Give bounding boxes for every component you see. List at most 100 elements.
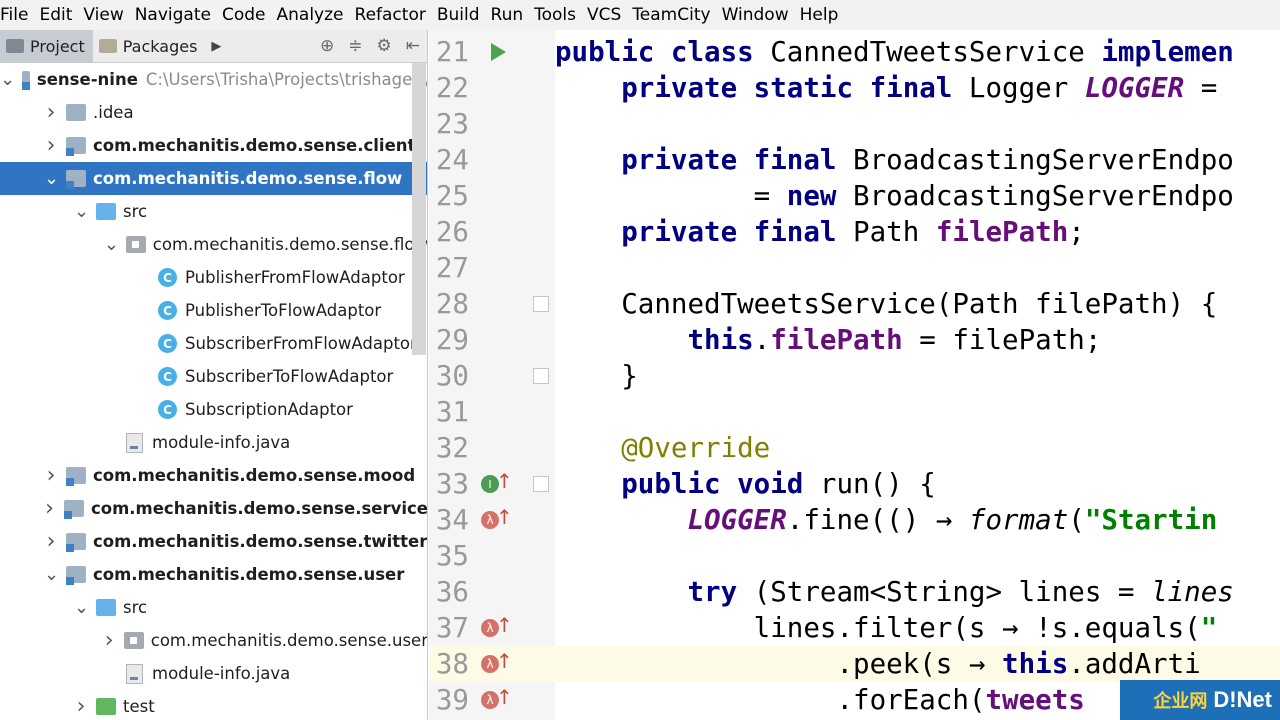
code-line[interactable]: 27 bbox=[429, 250, 1280, 286]
chevron-down-icon[interactable]: ⌄ bbox=[44, 564, 59, 585]
code-token: tweets bbox=[985, 684, 1085, 716]
line-number: 31 bbox=[435, 396, 469, 428]
code-line[interactable]: 24 private final BroadcastingServerEndpo bbox=[429, 142, 1280, 178]
chevron-down-icon[interactable]: ⌄ bbox=[0, 69, 15, 90]
tree-row[interactable]: ⌄ com.mechanitis.demo.sense.flow bbox=[0, 228, 427, 261]
code-line[interactable]: 32 @Override bbox=[429, 430, 1280, 466]
tree-row[interactable]: ⌄ com.mechanitis.demo.sense.user bbox=[0, 558, 427, 591]
overrides-arrow-icon[interactable]: ↑ bbox=[496, 469, 513, 493]
menu-file[interactable]: File bbox=[0, 0, 35, 30]
code-token: this bbox=[687, 324, 754, 356]
tree-scrollbar[interactable] bbox=[412, 63, 426, 355]
tree-row[interactable]: C PublisherToFlowAdaptor bbox=[0, 294, 427, 327]
code-line[interactable]: 26 private final Path filePath; bbox=[429, 214, 1280, 250]
overrides-arrow-icon[interactable]: ↑ bbox=[496, 685, 513, 709]
fold-marker-icon[interactable] bbox=[533, 368, 549, 384]
chevron-right-icon[interactable]: › bbox=[74, 695, 88, 717]
run-icon[interactable] bbox=[491, 43, 506, 61]
chevron-down-icon[interactable]: ⌄ bbox=[44, 168, 59, 189]
chevron-right-icon[interactable]: › bbox=[44, 101, 58, 123]
tree-row[interactable]: module-info.java bbox=[0, 657, 427, 690]
chevron-down-icon[interactable]: ⌄ bbox=[74, 201, 89, 222]
tree-row[interactable]: › com.mechanitis.demo.sense.twitter bbox=[0, 525, 427, 558]
tree-row[interactable]: › com.mechanitis.demo.sense.mood bbox=[0, 459, 427, 492]
chevron-down-icon[interactable]: ⌄ bbox=[74, 597, 89, 618]
code-line[interactable]: 25 = new BroadcastingServerEndpo bbox=[429, 178, 1280, 214]
menu-run[interactable]: Run bbox=[487, 0, 531, 30]
tree-row[interactable]: ⌄ sense-nine C:\Users\Trisha\Projects\tris… bbox=[0, 63, 427, 96]
overrides-arrow-icon[interactable]: ↑ bbox=[496, 649, 513, 673]
gear-icon[interactable]: ⚙ bbox=[377, 36, 392, 56]
menu-teamcity[interactable]: TeamCity bbox=[628, 0, 717, 30]
menu-vcs[interactable]: VCS bbox=[583, 0, 628, 30]
overrides-arrow-icon[interactable]: ↑ bbox=[496, 505, 513, 529]
class-icon: C bbox=[158, 268, 177, 287]
chevron-right-icon[interactable]: › bbox=[44, 134, 58, 156]
collapse-all-icon[interactable]: ≑ bbox=[348, 36, 362, 56]
tree-row[interactable]: ⌄ src bbox=[0, 591, 427, 624]
code-token: LOGGER bbox=[687, 504, 787, 536]
tree-row-label: module-info.java bbox=[152, 433, 291, 452]
code-line[interactable]: 34 λ ↑ LOGGER.fine(() → format("Startin bbox=[429, 502, 1280, 538]
tree-row[interactable]: ⌄ src bbox=[0, 195, 427, 228]
code-token: "Startin bbox=[1084, 504, 1218, 536]
code-token: LOGGER bbox=[1084, 72, 1185, 104]
menu-navigate[interactable]: Navigate bbox=[131, 0, 218, 30]
line-number: 22 bbox=[435, 72, 469, 104]
code-token: filePath bbox=[770, 324, 903, 356]
tree-row[interactable]: › com.mechanitis.demo.sense.user bbox=[0, 624, 427, 657]
tree-row[interactable]: ⌄ com.mechanitis.demo.sense.flow bbox=[0, 162, 427, 195]
code-line[interactable]: 22 private static final Logger LOGGER = bbox=[429, 70, 1280, 106]
code-line[interactable]: 29 this.filePath = filePath; bbox=[429, 322, 1280, 358]
code-line[interactable]: 37 λ ↑ lines.filter(s → !s.equals(" bbox=[429, 610, 1280, 646]
menu-help[interactable]: Help bbox=[796, 0, 846, 30]
menu-bar: File Edit View Navigate Code Analyze Refactor B… bbox=[0, 0, 1280, 30]
more-tabs-button[interactable]: ▶ bbox=[205, 30, 229, 63]
overrides-arrow-icon[interactable]: ↑ bbox=[496, 613, 513, 637]
code-line[interactable]: 23 bbox=[429, 106, 1280, 142]
tab-packages[interactable]: Packages bbox=[93, 30, 206, 63]
chevron-right-icon[interactable]: › bbox=[102, 629, 116, 651]
fold-marker-icon[interactable] bbox=[533, 476, 549, 492]
menu-code[interactable]: Code bbox=[218, 0, 273, 30]
menu-tools[interactable]: Tools bbox=[530, 0, 583, 30]
tree-row[interactable]: C SubscriberFromFlowAdaptor bbox=[0, 327, 427, 360]
tree-row[interactable]: C SubscriberToFlowAdaptor bbox=[0, 360, 427, 393]
tree-row[interactable]: › .idea bbox=[0, 96, 427, 129]
code-text: .peek(s → this.addArti bbox=[555, 648, 1200, 680]
tab-project[interactable]: Project bbox=[0, 30, 93, 63]
code-line[interactable]: 36 try (Stream<String> lines = lines bbox=[429, 574, 1280, 610]
tree-row[interactable]: C SubscriptionAdaptor bbox=[0, 393, 427, 426]
tree-row[interactable]: C PublisherFromFlowAdaptor bbox=[0, 261, 427, 294]
chevron-right-icon[interactable]: › bbox=[44, 530, 58, 552]
tree-row[interactable]: › com.mechanitis.demo.sense.service bbox=[0, 492, 427, 525]
tree-row[interactable]: module-info.java bbox=[0, 426, 427, 459]
code-line[interactable]: 35 bbox=[429, 538, 1280, 574]
chevron-down-icon[interactable]: ⌄ bbox=[104, 234, 119, 255]
menu-view[interactable]: View bbox=[79, 0, 130, 30]
code-line[interactable]: 33 I ↑ public void run() { bbox=[429, 466, 1280, 502]
code-text: CannedTweetsService(Path filePath) { bbox=[555, 288, 1217, 320]
menu-analyze[interactable]: Analyze bbox=[273, 0, 351, 30]
code-line[interactable]: 30 } bbox=[429, 358, 1280, 394]
tree-row[interactable]: › com.mechanitis.demo.sense.client bbox=[0, 129, 427, 162]
module-folder-icon bbox=[66, 170, 86, 189]
chevron-right-icon[interactable]: › bbox=[44, 464, 58, 486]
tree-row[interactable]: › test bbox=[0, 690, 427, 720]
tree-row-label: src bbox=[123, 202, 148, 221]
code-line[interactable]: 28 CannedTweetsService(Path filePath) { bbox=[429, 286, 1280, 322]
menu-window[interactable]: Window bbox=[718, 0, 796, 30]
code-line[interactable]: 38 λ ↑ .peek(s → this.addArti bbox=[429, 646, 1280, 682]
chevron-right-icon[interactable]: › bbox=[42, 497, 56, 519]
code-line[interactable]: 31 bbox=[429, 394, 1280, 430]
fold-marker-icon[interactable] bbox=[533, 296, 549, 312]
code-line[interactable]: 21 public class CannedTweetsService imple… bbox=[429, 34, 1280, 70]
code-editor[interactable]: 21 public class CannedTweetsService imple… bbox=[429, 30, 1280, 720]
line-number: 29 bbox=[435, 324, 469, 356]
locate-icon[interactable]: ⊕ bbox=[320, 36, 334, 56]
hide-panel-icon[interactable]: ⇤ bbox=[406, 36, 420, 56]
menu-edit[interactable]: Edit bbox=[35, 0, 79, 30]
menu-refactor[interactable]: Refactor bbox=[351, 0, 433, 30]
menu-build[interactable]: Build bbox=[433, 0, 487, 30]
